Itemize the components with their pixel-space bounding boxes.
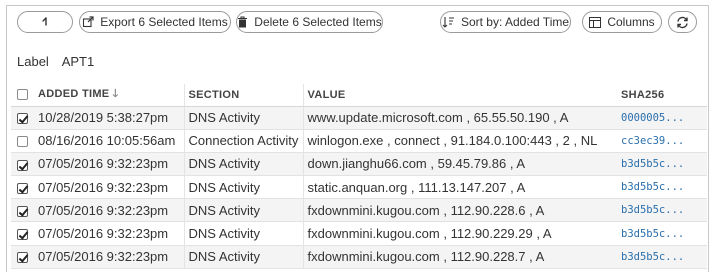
- row-checkbox-cell: [11, 152, 34, 177]
- table-header-row: ADDED TIME 🡓 SECTION VALUE SHA256: [11, 84, 707, 107]
- cell-section: DNS Activity: [183, 106, 303, 130]
- label-key: Label: [17, 54, 49, 69]
- cell-section: DNS Activity: [183, 175, 303, 200]
- cell-value: www.update.microsoft.com , 65.55.50.190 …: [302, 106, 617, 130]
- row-checkbox-cell: [11, 198, 34, 223]
- row-checkbox-cell: [11, 175, 34, 200]
- row-checkbox-cell: [11, 221, 34, 246]
- header-added-time[interactable]: ADDED TIME 🡓: [34, 84, 184, 107]
- cell-added-time: 07/05/2016 9:32:23pm: [34, 152, 184, 177]
- table-row[interactable]: 07/05/2016 9:32:23pm DNS Activity fxdownmi…: [11, 245, 707, 269]
- refresh-button[interactable]: [668, 11, 697, 33]
- table-row[interactable]: 10/28/2019 5:38:27pm DNS Activity www.upda…: [11, 106, 707, 130]
- results-table: ADDED TIME 🡓 SECTION VALUE SHA256 10/28/2…: [11, 84, 707, 269]
- cell-value: down.jianghu66.com , 59.45.79.86 , A: [302, 152, 617, 177]
- sort-icon: [442, 17, 454, 28]
- cell-value: static.anquan.org , 111.13.147.207 , A: [302, 175, 617, 200]
- table-row[interactable]: 07/05/2016 9:32:23pm DNS Activity static.a…: [11, 175, 707, 200]
- select-all-checkbox[interactable]: [17, 89, 28, 101]
- sort-button[interactable]: Sort by: Added Time: [440, 11, 571, 33]
- label-row: Label APT1: [17, 54, 94, 69]
- header-section[interactable]: SECTION: [183, 84, 303, 107]
- cell-section: Connection Activity: [183, 129, 303, 153]
- delete-selected-label: Delete 6 Selected Items: [254, 15, 382, 29]
- cell-sha256-link[interactable]: cc3ec39...: [617, 129, 707, 153]
- cell-value: fxdownmini.kugou.com , 112.90.229.29 , A: [302, 221, 617, 246]
- cell-added-time: 07/05/2016 9:32:23pm: [34, 175, 184, 200]
- cell-added-time: 07/05/2016 9:32:23pm: [34, 221, 184, 246]
- row-checkbox[interactable]: [17, 229, 28, 241]
- columns-icon: [589, 16, 602, 28]
- table-row[interactable]: 07/05/2016 9:32:23pm DNS Activity fxdownmi…: [11, 198, 707, 223]
- table-body: 10/28/2019 5:38:27pm DNS Activity www.upda…: [11, 106, 707, 269]
- cell-sha256-link[interactable]: b3d5b5c...: [617, 175, 707, 200]
- row-checkbox[interactable]: [17, 182, 28, 194]
- cell-value: fxdownmini.kugou.com , 112.90.228.6 , A: [302, 198, 617, 223]
- cell-value: fxdownmini.kugou.com , 112.90.228.7 , A: [302, 245, 617, 269]
- row-checkbox-cell: [11, 106, 34, 130]
- columns-label: Columns: [607, 15, 655, 29]
- row-checkbox[interactable]: [17, 113, 28, 125]
- back-button[interactable]: [17, 11, 73, 33]
- row-checkbox-cell: [11, 129, 34, 153]
- cell-added-time: 07/05/2016 9:32:23pm: [34, 245, 184, 269]
- row-checkbox[interactable]: [17, 159, 28, 171]
- cell-added-time: 08/16/2016 10:05:56am: [34, 129, 184, 153]
- cell-section: DNS Activity: [183, 198, 303, 223]
- row-checkbox-cell: [11, 245, 34, 269]
- label-value: APT1: [61, 54, 95, 69]
- table-row[interactable]: 08/16/2016 10:05:56am Connection Activity…: [11, 129, 707, 153]
- export-selected-button[interactable]: Export 6 Selected Items: [79, 11, 231, 33]
- row-checkbox[interactable]: [17, 136, 28, 148]
- cell-sha256-link[interactable]: b3d5b5c...: [617, 221, 707, 246]
- toolbar: Export 6 Selected Items Delete 6 Selecte…: [6, 8, 707, 36]
- cell-section: DNS Activity: [183, 221, 303, 246]
- cell-sha256-link[interactable]: 0000005...: [617, 106, 707, 130]
- select-all-cell: [11, 84, 34, 107]
- cell-value: winlogon.exe , connect , 91.184.0.100:44…: [302, 129, 617, 153]
- row-checkbox[interactable]: [17, 252, 28, 264]
- row-checkbox[interactable]: [17, 205, 28, 217]
- external-link-icon: [83, 16, 94, 28]
- cell-section: DNS Activity: [183, 245, 303, 269]
- cell-sha256-link[interactable]: b3d5b5c...: [617, 245, 707, 269]
- back-arrow-icon: [42, 17, 47, 26]
- delete-selected-button[interactable]: Delete 6 Selected Items: [236, 11, 383, 33]
- table-row[interactable]: 07/05/2016 9:32:23pm DNS Activity fxdownmi…: [11, 221, 707, 246]
- cell-section: DNS Activity: [183, 152, 303, 177]
- sort-label: Sort by: Added Time: [460, 15, 570, 29]
- cell-sha256-link[interactable]: b3d5b5c...: [617, 152, 707, 177]
- cell-sha256-link[interactable]: b3d5b5c...: [617, 198, 707, 223]
- cell-added-time: 07/05/2016 9:32:23pm: [34, 198, 184, 223]
- refresh-icon: [677, 16, 688, 28]
- sort-desc-icon: 🡓: [112, 88, 119, 101]
- header-sha256[interactable]: SHA256: [617, 84, 707, 107]
- columns-button[interactable]: Columns: [582, 11, 662, 33]
- trash-icon: [238, 16, 248, 28]
- export-selected-label: Export 6 Selected Items: [100, 15, 228, 29]
- cell-added-time: 10/28/2019 5:38:27pm: [34, 106, 184, 130]
- header-value[interactable]: VALUE: [302, 84, 617, 107]
- table-row[interactable]: 07/05/2016 9:32:23pm DNS Activity down.jia…: [11, 152, 707, 177]
